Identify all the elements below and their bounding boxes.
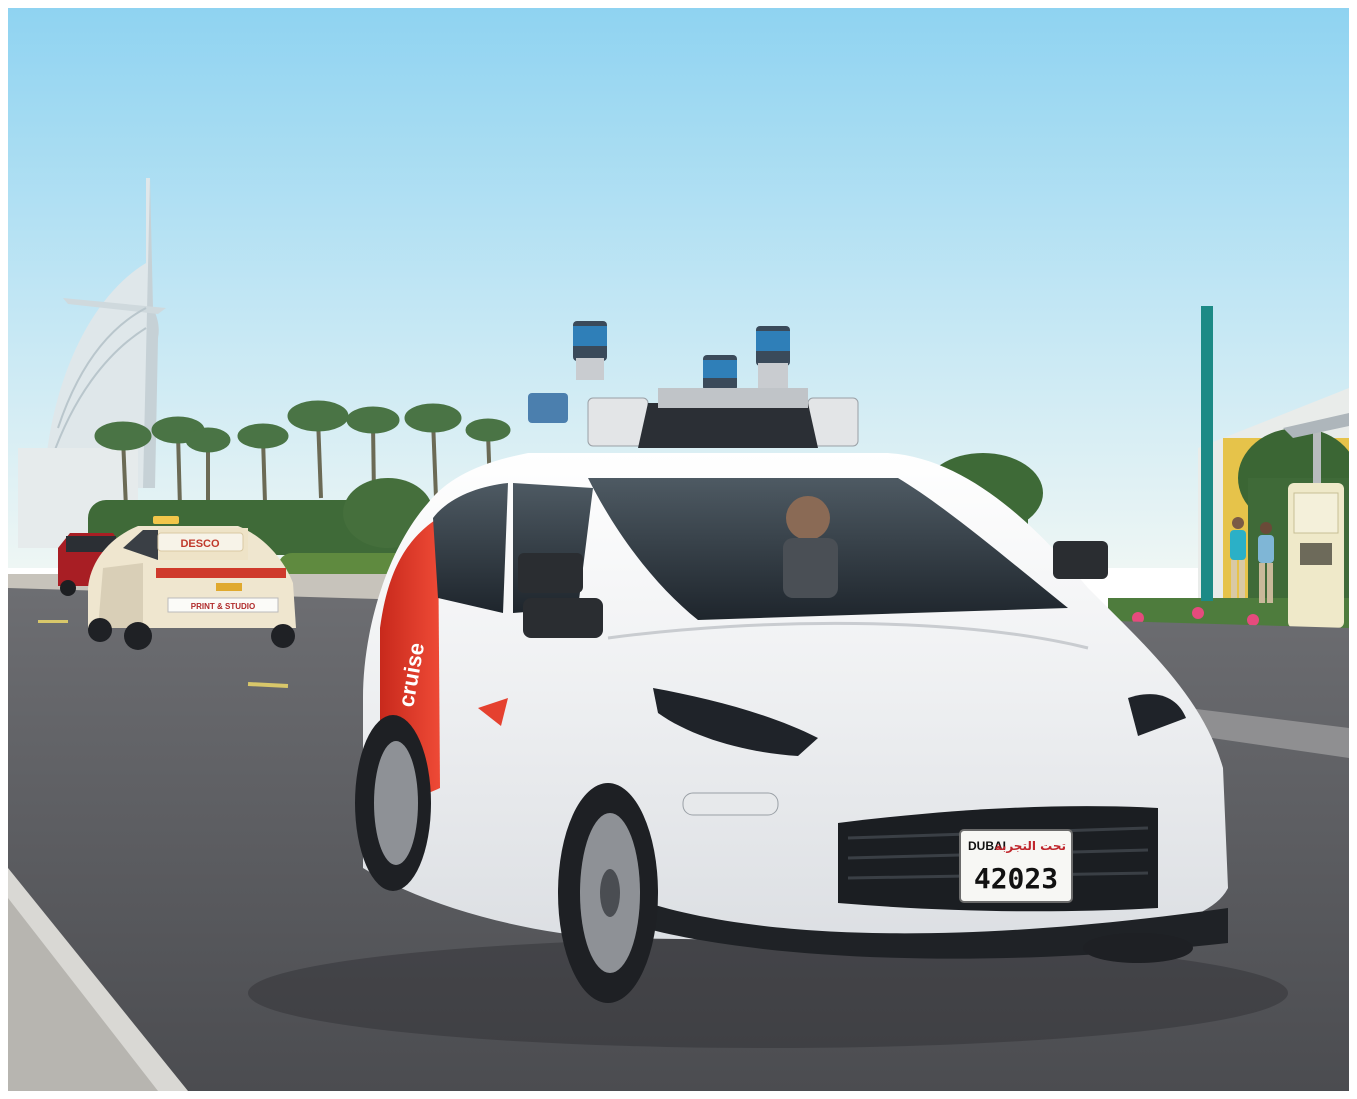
taxi-rear-panel-text: PRINT & STUDIO (191, 602, 255, 611)
taxi-roof-sign-text: DESCO (180, 538, 220, 550)
license-plate: DUBAI تحت التجربة 42023 (959, 829, 1073, 903)
svg-text:تحت التجربة: تحت التجربة (995, 839, 1066, 853)
photo-frame: DESCO PRINT & STUDIO cruise DUBAI تحت ال… (8, 8, 1349, 1091)
teal-pole (1201, 306, 1213, 601)
svg-text:42023: 42023 (974, 862, 1058, 895)
street-scene-photo: DESCO PRINT & STUDIO cruise DUBAI تحت ال… (8, 8, 1349, 1091)
